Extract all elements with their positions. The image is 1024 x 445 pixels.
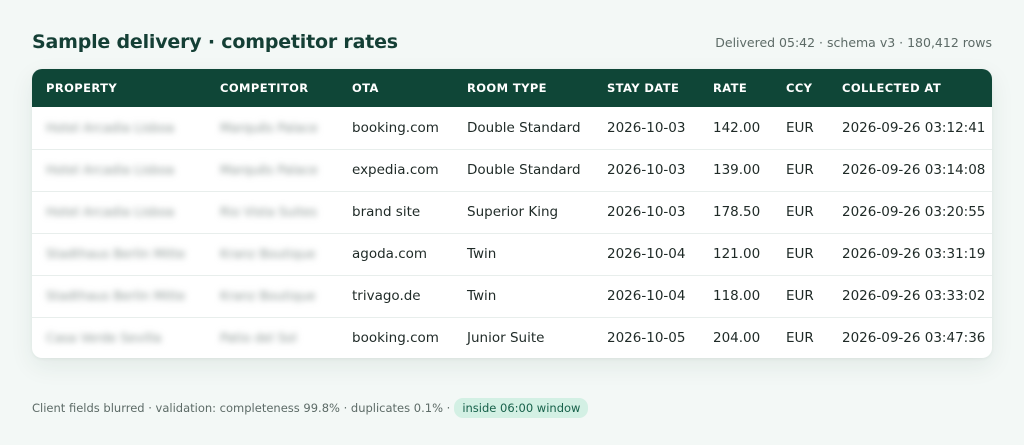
cell-room-type: Twin	[467, 246, 497, 262]
cell-ota: booking.com	[352, 119, 439, 136]
cell-property: Hotel Arcadia Lisboa	[32, 191, 206, 233]
table-row[interactable]: Hotel Arcadia Lisboa Rio Vista Suites bran…	[32, 191, 992, 233]
cell-stay-date: 2026-10-04	[607, 246, 686, 262]
cell-rate: 178.50	[713, 204, 761, 220]
table-row[interactable]: Casa Verde Sevilla Patio del Sol booking.c…	[32, 317, 992, 358]
cell-ccy: EUR	[786, 288, 814, 304]
cell-room-type: Double Standard	[467, 119, 581, 136]
column-header-room-type[interactable]: ROOM TYPE	[453, 69, 593, 107]
cell-rate: 204.00	[713, 330, 761, 347]
cell-ccy: EUR	[786, 119, 814, 136]
table-header-row: PROPERTY COMPETITOR OTA ROOM TYPE STAY D…	[32, 69, 992, 107]
cell-collected-at: 2026-09-26 03:12:41	[842, 119, 986, 136]
cell-collected-at: 2026-09-26 03:20:55	[842, 204, 986, 220]
cell-rate: 118.00	[713, 288, 761, 304]
rates-table: PROPERTY COMPETITOR OTA ROOM TYPE STAY D…	[32, 69, 992, 358]
column-header-ota[interactable]: OTA	[338, 69, 453, 107]
page-title: Sample delivery · competitor rates	[32, 31, 398, 53]
cell-competitor-blurred-text: Patio del Sol	[220, 330, 297, 346]
cell-ota: trivago.de	[352, 288, 421, 304]
cell-competitor-blurred-text: Rio Vista Suites	[220, 204, 318, 219]
cell-property-blurred-text: Casa Verde Sevilla	[46, 330, 162, 346]
column-header-competitor[interactable]: COMPETITOR	[206, 69, 338, 107]
cell-property-blurred-text: Stadthaus Berlin Mitte	[46, 288, 186, 303]
cell-ccy: EUR	[786, 204, 814, 220]
column-header-collected-at[interactable]: COLLECTED AT	[828, 69, 992, 107]
validation-footer: Client fields blurred · validation: comp…	[32, 398, 589, 418]
cell-collected-at: 2026-09-26 03:14:08	[842, 162, 986, 178]
cell-competitor-blurred-text: Kranz Boutique	[220, 246, 316, 261]
cell-property: Stadthaus Berlin Mitte	[32, 233, 206, 275]
cell-property-blurred-text: Stadthaus Berlin Mitte	[46, 246, 186, 261]
cell-rate: 139.00	[713, 162, 761, 178]
cell-competitor: Patio del Sol	[206, 317, 338, 358]
cell-competitor-blurred-text: Kranz Boutique	[220, 288, 316, 303]
cell-ota: booking.com	[352, 330, 439, 347]
cell-ccy: EUR	[786, 162, 814, 178]
column-header-stay-date[interactable]: STAY DATE	[593, 69, 699, 107]
cell-ota: brand site	[352, 204, 421, 220]
cell-ccy: EUR	[786, 330, 814, 347]
validation-summary: Client fields blurred · validation: comp…	[32, 401, 451, 415]
cell-ota: agoda.com	[352, 246, 428, 262]
cell-room-type: Superior King	[467, 204, 559, 220]
cell-property: Stadthaus Berlin Mitte	[32, 275, 206, 317]
cell-competitor-blurred-text: Marquês Palace	[220, 162, 318, 177]
cell-rate: 142.00	[713, 119, 761, 136]
cell-stay-date: 2026-10-04	[607, 288, 686, 304]
cell-room-type: Junior Suite	[467, 330, 545, 347]
cell-competitor: Rio Vista Suites	[206, 191, 338, 233]
cell-stay-date: 2026-10-03	[607, 162, 686, 178]
cell-room-type: Double Standard	[467, 162, 581, 178]
cell-property-blurred-text: Hotel Arcadia Lisboa	[46, 119, 175, 135]
column-header-rate[interactable]: RATE	[699, 69, 772, 107]
table-row[interactable]: Stadthaus Berlin Mitte Kranz Boutique triv…	[32, 275, 992, 317]
cell-collected-at: 2026-09-26 03:47:36	[842, 330, 986, 347]
cell-collected-at: 2026-09-26 03:33:02	[842, 288, 986, 304]
cell-ccy: EUR	[786, 246, 814, 262]
cell-ota: expedia.com	[352, 162, 439, 178]
cell-competitor-blurred-text: Marquês Palace	[220, 119, 318, 135]
cell-property-blurred-text: Hotel Arcadia Lisboa	[46, 162, 175, 177]
cell-property: Hotel Arcadia Lisboa	[32, 107, 206, 149]
window-status-badge: inside 06:00 window	[454, 398, 589, 418]
table-row[interactable]: Stadthaus Berlin Mitte Kranz Boutique agod…	[32, 233, 992, 275]
cell-collected-at: 2026-09-26 03:31:19	[842, 246, 986, 262]
cell-stay-date: 2026-10-05	[607, 330, 686, 347]
cell-competitor: Kranz Boutique	[206, 275, 338, 317]
cell-competitor: Marquês Palace	[206, 107, 338, 149]
column-header-property[interactable]: PROPERTY	[32, 69, 206, 107]
cell-rate: 121.00	[713, 246, 761, 262]
delivery-meta: Delivered 05:42 · schema v3 · 180,412 ro…	[715, 35, 992, 50]
cell-property: Hotel Arcadia Lisboa	[32, 149, 206, 191]
cell-competitor: Kranz Boutique	[206, 233, 338, 275]
rates-table-card: PROPERTY COMPETITOR OTA ROOM TYPE STAY D…	[32, 69, 992, 358]
cell-room-type: Twin	[467, 288, 497, 304]
cell-stay-date: 2026-10-03	[607, 204, 686, 220]
cell-stay-date: 2026-10-03	[607, 119, 686, 136]
cell-competitor: Marquês Palace	[206, 149, 338, 191]
column-header-ccy[interactable]: CCY	[772, 69, 828, 107]
table-row[interactable]: Hotel Arcadia Lisboa Marquês Palace bookin…	[32, 107, 992, 149]
cell-property: Casa Verde Sevilla	[32, 317, 206, 358]
cell-property-blurred-text: Hotel Arcadia Lisboa	[46, 204, 175, 219]
table-row[interactable]: Hotel Arcadia Lisboa Marquês Palace expedi…	[32, 149, 992, 191]
